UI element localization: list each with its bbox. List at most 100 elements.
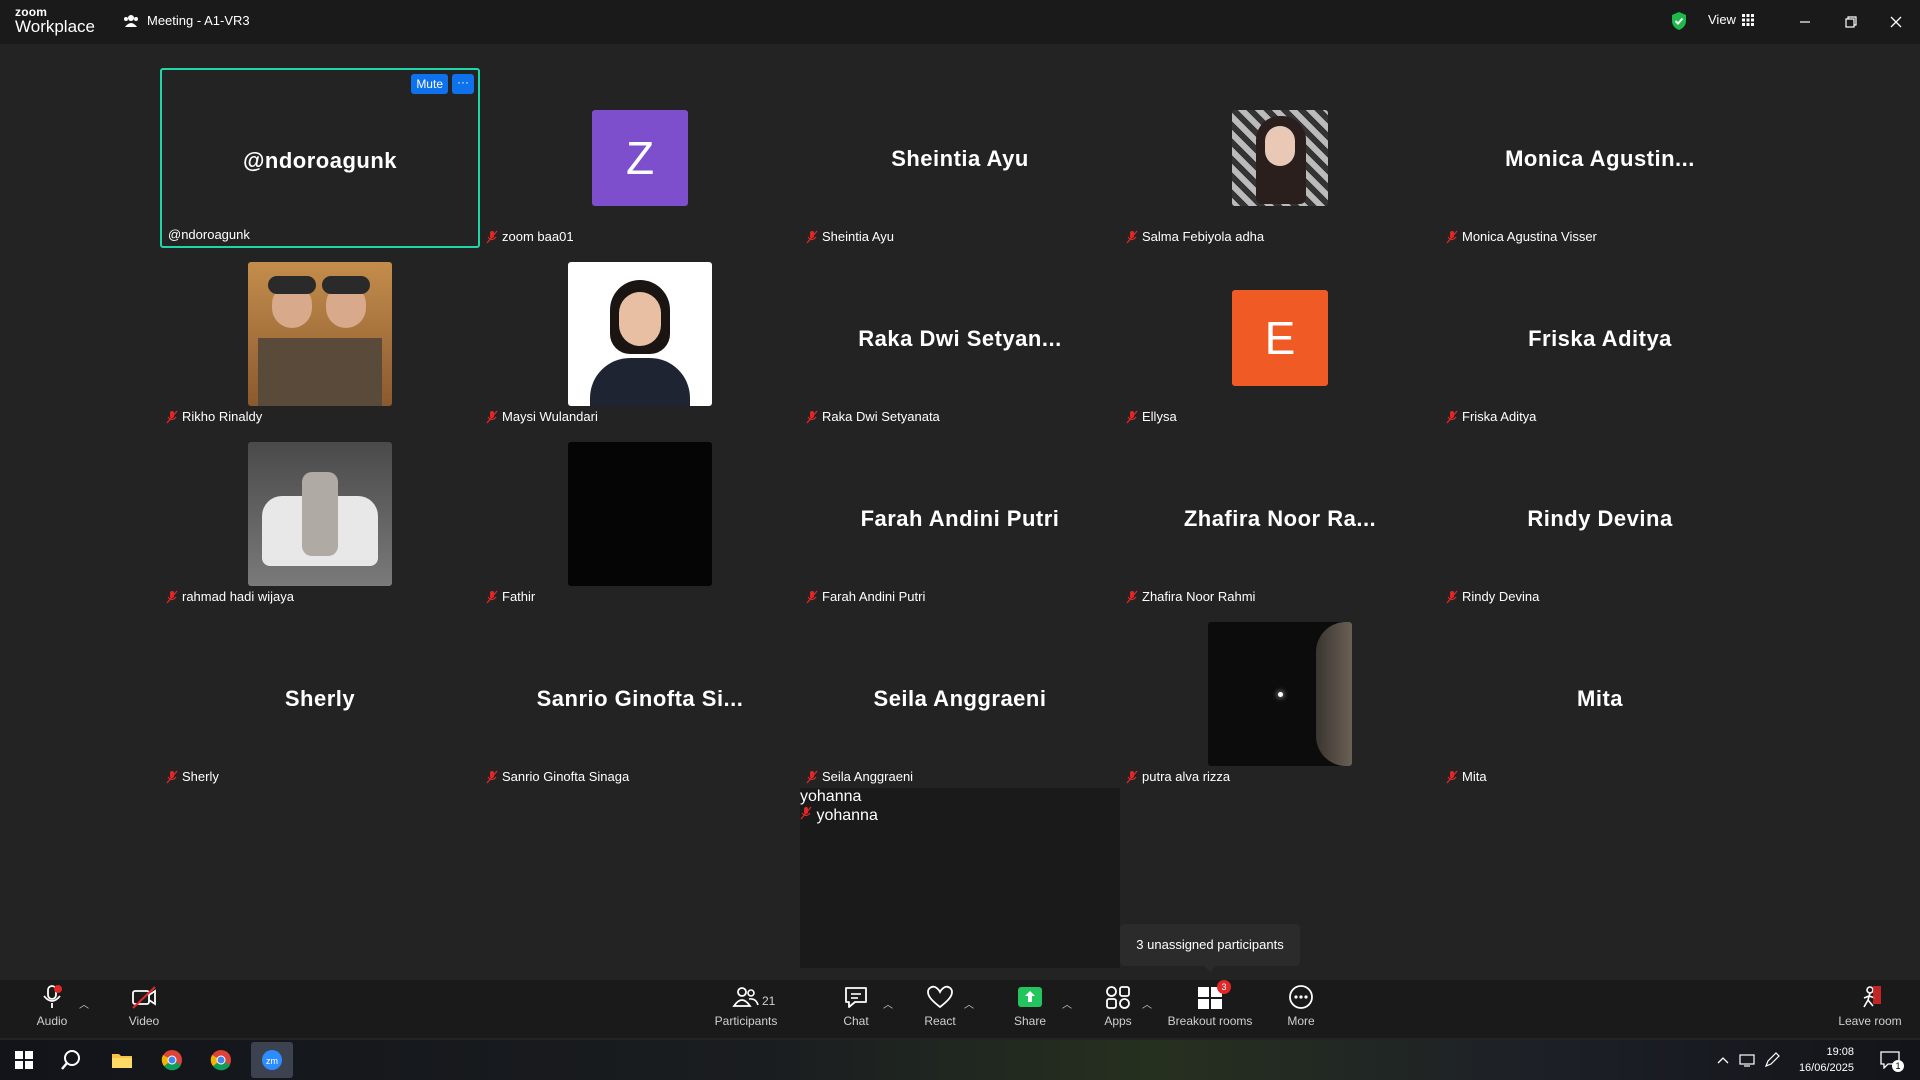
- participant-tile[interactable]: Sanrio Ginofta Si... Sanrio Ginofta Sinag…: [480, 608, 800, 788]
- participant-nameplate: Raka Dwi Setyanata: [806, 409, 940, 424]
- network-icon[interactable]: [1737, 1046, 1757, 1074]
- participant-display-name: Raka Dwi Setyan...: [858, 326, 1062, 351]
- muted-mic-icon: [166, 770, 178, 783]
- muted-mic-icon: [486, 230, 498, 243]
- participant-tile[interactable]: @ndoroagunk @ndoroagunk Mute ···: [160, 68, 480, 248]
- encryption-shield-icon[interactable]: [1670, 11, 1688, 31]
- leave-room-button[interactable]: Leave room: [1830, 984, 1910, 1028]
- participant-display-name: Sherly: [284, 686, 356, 711]
- more-icon: [1289, 985, 1313, 1009]
- participant-nameplate: Sheintia Ayu: [806, 229, 894, 244]
- mute-participant-button[interactable]: Mute: [411, 74, 448, 94]
- muted-mic-icon: [800, 806, 812, 820]
- participant-tile[interactable]: Zzoom baa01: [480, 68, 800, 248]
- participant-name-label: Sherly: [182, 769, 219, 784]
- participant-nameplate: Monica Agustina Visser: [1446, 229, 1597, 244]
- participant-nameplate: Ellysa: [1126, 409, 1177, 424]
- participant-nameplate: Seila Anggraeni: [806, 769, 913, 784]
- chrome-profile-icon[interactable]: [206, 1046, 236, 1074]
- participant-tile[interactable]: rahmad hadi wijaya: [160, 428, 480, 608]
- muted-mic-icon: [486, 770, 498, 783]
- participant-name-label: Farah Andini Putri: [822, 589, 926, 604]
- participant-name-label: Fathir: [502, 589, 536, 604]
- minimize-icon[interactable]: [1794, 11, 1816, 33]
- participant-display-name: Rindy Devina: [1527, 506, 1673, 531]
- leave-room-label: Leave room: [1838, 1014, 1902, 1028]
- participant-avatar: Z: [592, 110, 688, 206]
- windows-start-icon[interactable]: [9, 1046, 39, 1074]
- breakout-badge: 3: [1217, 980, 1231, 994]
- search-icon[interactable]: [56, 1046, 86, 1074]
- unassigned-participants-tooltip: 3 unassigned participants: [1120, 924, 1300, 972]
- apps-options-caret-icon[interactable]: ︿: [1142, 996, 1152, 1011]
- participant-photo: [568, 262, 712, 406]
- video-gallery: @ndoroagunk @ndoroagunk Mute ··· Zzoom baa01…: [160, 68, 1760, 788]
- participant-display-name: Sanrio Ginofta Si...: [536, 686, 744, 711]
- participant-display-name: yohanna: [800, 788, 862, 805]
- participant-tile[interactable]: Sheintia Ayu Sheintia Ayu: [800, 68, 1120, 248]
- audio-options-caret-icon[interactable]: ︿: [79, 996, 89, 1011]
- participant-photo: [1232, 110, 1328, 206]
- participant-tile[interactable]: Raka Dwi Setyan... Raka Dwi Setyanata: [800, 248, 1120, 428]
- participant-name-label: zoom baa01: [502, 229, 574, 244]
- zoom-taskbar-icon[interactable]: zm: [251, 1042, 293, 1078]
- file-explorer-icon[interactable]: [107, 1046, 137, 1074]
- meeting-info[interactable]: Meeting - A1-VR3: [123, 13, 250, 28]
- muted-mic-icon: [1126, 770, 1138, 783]
- participant-tile[interactable]: E Ellysa: [1120, 248, 1440, 428]
- participant-tile[interactable]: Rindy Devina Rindy Devina: [1440, 428, 1760, 608]
- participant-nameplate: Sanrio Ginofta Sinaga: [486, 769, 629, 784]
- notifications-icon[interactable]: 1: [1876, 1046, 1904, 1074]
- participant-nameplate: Salma Febiyola adha: [1126, 229, 1264, 244]
- heart-icon: [927, 985, 953, 1009]
- share-button[interactable]: Share: [990, 984, 1070, 1028]
- participant-display-name: Seila Anggraeni: [873, 686, 1047, 711]
- participants-label: Participants: [714, 1014, 778, 1028]
- participant-tile[interactable]: Farah Andini Putri Farah Andini Putri: [800, 428, 1120, 608]
- muted-mic-icon: [1126, 590, 1138, 603]
- view-button[interactable]: View: [1708, 12, 1754, 27]
- participant-tile[interactable]: Friska Aditya Friska Aditya: [1440, 248, 1760, 428]
- chrome-icon[interactable]: [157, 1046, 187, 1074]
- participant-tile[interactable]: putra alva rizza: [1120, 608, 1440, 788]
- participant-nameplate: Maysi Wulandari: [486, 409, 598, 424]
- video-button[interactable]: Video: [104, 984, 184, 1028]
- participant-more-button[interactable]: ···: [452, 74, 474, 94]
- participant-tile[interactable]: Sherly Sherly: [160, 608, 480, 788]
- close-icon[interactable]: [1885, 11, 1907, 33]
- view-label: View: [1708, 12, 1736, 27]
- more-label: More: [1287, 1014, 1315, 1028]
- participant-nameplate: Friska Aditya: [1446, 409, 1536, 424]
- participant-tile[interactable]: Monica Agustin... Monica Agustina Visser: [1440, 68, 1760, 248]
- muted-mic-icon: [1446, 230, 1458, 243]
- audio-label: Audio: [36, 1014, 68, 1028]
- participant-nameplate: putra alva rizza: [1126, 769, 1230, 784]
- pen-icon[interactable]: [1762, 1046, 1782, 1074]
- participant-tile[interactable]: Maysi Wulandari: [480, 248, 800, 428]
- muted-mic-icon: [486, 410, 498, 423]
- share-options-caret-icon[interactable]: ︿: [1062, 996, 1072, 1011]
- restore-icon[interactable]: [1840, 11, 1862, 33]
- muted-mic-icon: [1126, 410, 1138, 423]
- breakout-rooms-button[interactable]: 3 Breakout rooms: [1168, 980, 1252, 1028]
- more-button[interactable]: More: [1261, 984, 1341, 1028]
- participant-tile[interactable]: Salma Febiyola adha: [1120, 68, 1440, 248]
- participant-tile[interactable]: Zhafira Noor Ra... Zhafira Noor Rahmi: [1120, 428, 1440, 608]
- participant-tile[interactable]: Fathir: [480, 428, 800, 608]
- react-options-caret-icon[interactable]: ︿: [964, 996, 974, 1011]
- chat-options-caret-icon[interactable]: ︿: [883, 996, 893, 1011]
- participant-tile[interactable]: Rikho Rinaldy: [160, 248, 480, 428]
- logo-line-2: Workplace: [15, 17, 95, 36]
- apps-label: Apps: [1104, 1014, 1132, 1028]
- participant-name-label: @ndoroagunk: [168, 227, 250, 242]
- participant-display-name: Mita: [1577, 686, 1623, 711]
- participant-name-label: Seila Anggraeni: [822, 769, 914, 784]
- show-hidden-icons-icon[interactable]: [1715, 1046, 1731, 1074]
- video-off-icon: [132, 986, 156, 1009]
- participant-tile[interactable]: Mita Mita: [1440, 608, 1760, 788]
- system-clock[interactable]: 19:08 16/06/2025: [1790, 1044, 1854, 1076]
- participant-name-label: Rikho Rinaldy: [182, 409, 263, 424]
- participant-tile[interactable]: yohanna yohanna: [800, 788, 1120, 968]
- muted-mic-icon: [486, 590, 498, 603]
- participant-tile[interactable]: Seila Anggraeni Seila Anggraeni: [800, 608, 1120, 788]
